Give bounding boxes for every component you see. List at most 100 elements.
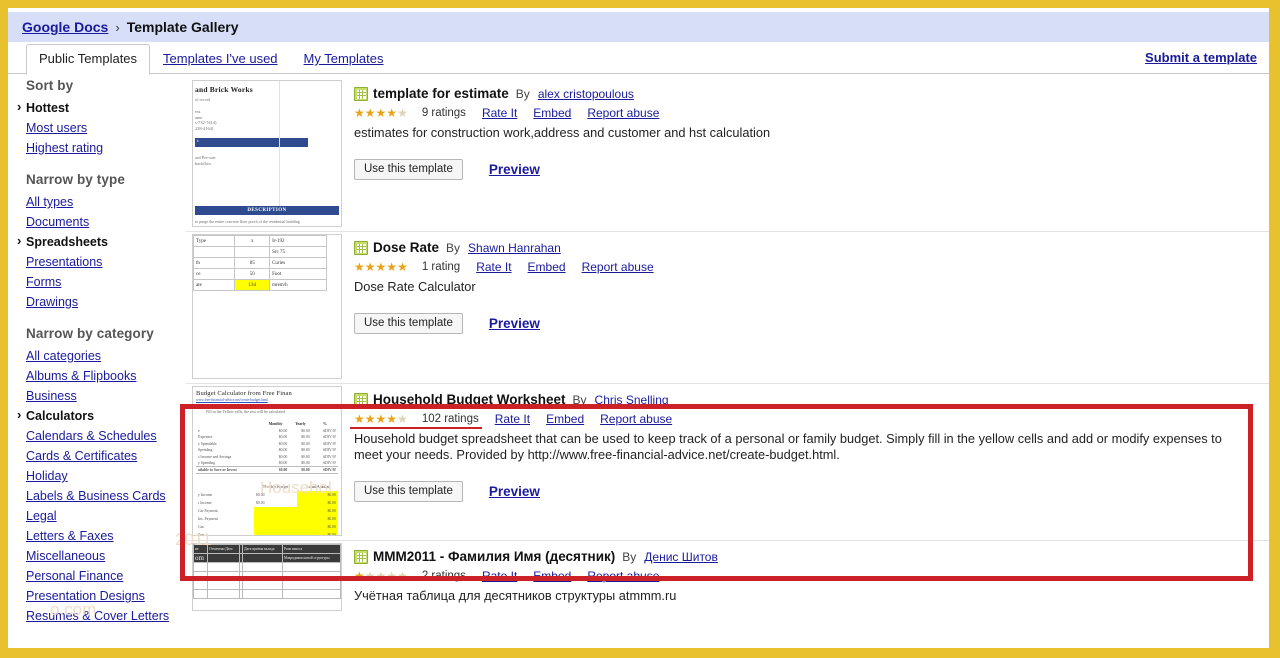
preview-link[interactable]: Preview bbox=[489, 162, 540, 177]
table-row[interactable]: Budget Calculator from Free Finan www.fr… bbox=[186, 384, 1269, 541]
sidebar-item-business[interactable]: Business bbox=[26, 386, 186, 406]
template-title-line: Household Budget Worksheet By Chris Snel… bbox=[354, 392, 1261, 408]
window-frame-right bbox=[1269, 0, 1280, 658]
rating-stars[interactable]: ★★★★★ bbox=[354, 261, 408, 273]
breadcrumb-google-docs-link[interactable]: Google Docs bbox=[22, 19, 108, 35]
rating-stars[interactable]: ★★★★★ bbox=[354, 413, 408, 425]
thumb-lines: ess ame s-732-7414) 228-4164) bbox=[195, 109, 217, 131]
sidebar-item-hottest[interactable]: Hottest bbox=[17, 97, 186, 118]
sidebar-item-miscellaneous[interactable]: Miscellaneous bbox=[26, 546, 186, 566]
template-author-link[interactable]: Денис Шитов bbox=[644, 549, 718, 565]
use-this-template-button[interactable]: Use this template bbox=[354, 481, 463, 502]
template-meta-line: ★★★★★ 9 ratings Rate It Embed Report abu… bbox=[354, 106, 1261, 120]
by-label: By bbox=[515, 87, 530, 101]
page-content: Google Docs › Template Gallery Public Te… bbox=[8, 8, 1269, 648]
screenshot-root: Google Docs › Template Gallery Public Te… bbox=[0, 0, 1280, 658]
table-row[interactable]: Type x Ir-192 Src 75 th 85 Curies ce 50 … bbox=[186, 232, 1269, 384]
sidebar-item-personal-finance[interactable]: Personal Finance bbox=[26, 566, 186, 586]
preview-link[interactable]: Preview bbox=[489, 316, 540, 331]
template-author-link[interactable]: Chris Snelling bbox=[595, 392, 669, 408]
spreadsheet-icon bbox=[354, 87, 368, 101]
template-meta-line: ★★★★★ 1 rating Rate It Embed Report abus… bbox=[354, 260, 1261, 274]
template-title[interactable]: Dose Rate bbox=[373, 240, 439, 256]
preview-link[interactable]: Preview bbox=[489, 484, 540, 499]
rating-stars[interactable]: ★★★★★ bbox=[354, 570, 408, 582]
thumb-grid: Type x Ir-192 Src 75 th 85 Curies ce 50 … bbox=[193, 235, 341, 291]
sidebar-item-cards-certificates[interactable]: Cards & Certificates bbox=[26, 446, 186, 466]
window-frame-bottom bbox=[0, 648, 1280, 658]
sidebar-item-labels-business-cards[interactable]: Labels & Business Cards bbox=[26, 486, 186, 506]
thumb-summary-table: Monthly Yearly % e $0.00 $0.00 #DIV/0! Expe… bbox=[196, 422, 338, 474]
tab-templates-ive-used[interactable]: Templates I've used bbox=[150, 45, 291, 74]
sidebar-item-calendars-schedules[interactable]: Calendars & Schedules bbox=[26, 426, 186, 446]
sidebar-item-resumes-cover-letters[interactable]: Resumes & Cover Letters bbox=[26, 606, 186, 626]
sidebar-item-presentation-designs[interactable]: Presentation Designs bbox=[26, 586, 186, 606]
report-abuse-link[interactable]: Report abuse bbox=[587, 106, 659, 120]
embed-link[interactable]: Embed bbox=[546, 412, 584, 426]
template-author-link[interactable]: alex cristopoulous bbox=[538, 86, 634, 102]
template-thumbnail-cell[interactable]: Budget Calculator from Free Finan www.fr… bbox=[186, 384, 344, 540]
table-row[interactable]: and Brick Works of record ess ame s-732-… bbox=[186, 78, 1269, 232]
template-author-link[interactable]: Shawn Hanrahan bbox=[468, 240, 561, 256]
rate-it-link[interactable]: Rate It bbox=[495, 412, 530, 426]
rating-stars[interactable]: ★★★★★ bbox=[354, 107, 408, 119]
template-thumbnail-cell[interactable]: and Brick Works of record ess ame s-732-… bbox=[186, 78, 344, 231]
sidebar-item-documents[interactable]: Documents bbox=[26, 212, 186, 232]
template-thumbnail-mmm[interactable]: не Отмечено/Дата Дата приема вклада Разм… bbox=[192, 543, 342, 611]
template-title[interactable]: template for estimate bbox=[373, 86, 509, 102]
tab-strip: Public Templates Templates I've used My … bbox=[8, 42, 1269, 75]
template-actions: Use this template Preview bbox=[354, 481, 1261, 502]
use-this-template-button[interactable]: Use this template bbox=[354, 313, 463, 334]
use-this-template-button[interactable]: Use this template bbox=[354, 159, 463, 180]
report-abuse-link[interactable]: Report abuse bbox=[582, 260, 654, 274]
thumb-footer: to purge the entire concrete floor porch… bbox=[195, 219, 300, 224]
template-thumbnail-cell[interactable]: Type x Ir-192 Src 75 th 85 Curies ce 50 … bbox=[186, 232, 344, 383]
sidebar-item-most-users[interactable]: Most users bbox=[26, 118, 186, 138]
window-frame-left bbox=[0, 0, 8, 658]
embed-link[interactable]: Embed bbox=[533, 569, 571, 583]
template-detail-cell: template for estimate By alex cristopoul… bbox=[344, 78, 1269, 231]
sidebar-group-sort-by: Sort by Hottest Most users Highest ratin… bbox=[17, 78, 186, 158]
highlighted-cell: 134 bbox=[234, 279, 271, 291]
template-results-list: and Brick Works of record ess ame s-732-… bbox=[186, 78, 1269, 648]
sidebar-item-holiday[interactable]: Holiday bbox=[26, 466, 186, 486]
report-abuse-link[interactable]: Report abuse bbox=[600, 412, 672, 426]
by-label: By bbox=[622, 550, 637, 564]
sidebar-item-presentations[interactable]: Presentations bbox=[26, 252, 186, 272]
breadcrumb: Google Docs › Template Gallery bbox=[8, 12, 1269, 42]
template-title[interactable]: Household Budget Worksheet bbox=[373, 392, 566, 408]
tab-list: Public Templates Templates I've used My … bbox=[26, 42, 397, 75]
sidebar-item-spreadsheets[interactable]: Spreadsheets bbox=[17, 231, 186, 252]
sidebar-item-legal[interactable]: Legal bbox=[26, 506, 186, 526]
rate-it-link[interactable]: Rate It bbox=[482, 569, 517, 583]
template-description: Учётная таблица для десятников структуры… bbox=[354, 588, 677, 603]
thumb-link: www.free-financial-advice.net/create-bud… bbox=[196, 398, 268, 402]
tab-public-templates[interactable]: Public Templates bbox=[26, 44, 151, 75]
thumb-lines-2: ard Pre-sort backflow bbox=[195, 155, 216, 166]
sidebar-item-calculators[interactable]: Calculators bbox=[17, 405, 186, 426]
template-description: estimates for construction work,address … bbox=[354, 125, 771, 140]
sidebar-item-all-types[interactable]: All types bbox=[26, 192, 186, 212]
template-thumbnail-dose-rate[interactable]: Type x Ir-192 Src 75 th 85 Curies ce 50 … bbox=[192, 234, 342, 379]
template-thumbnail-budget[interactable]: Budget Calculator from Free Finan www.fr… bbox=[192, 386, 342, 536]
tab-my-templates[interactable]: My Templates bbox=[291, 45, 397, 74]
table-row[interactable]: не Отмечено/Дата Дата приема вклада Разм… bbox=[186, 541, 1269, 615]
sidebar-item-forms[interactable]: Forms bbox=[26, 272, 186, 292]
submit-a-template-link[interactable]: Submit a template bbox=[1145, 50, 1257, 65]
embed-link[interactable]: Embed bbox=[528, 260, 566, 274]
sidebar-item-albums-flipbooks[interactable]: Albums & Flipbooks bbox=[26, 366, 186, 386]
sidebar-item-letters-faxes[interactable]: Letters & Faxes bbox=[26, 526, 186, 546]
embed-link[interactable]: Embed bbox=[533, 106, 571, 120]
template-title[interactable]: MMM2011 - Фамилия Имя (десятник) bbox=[373, 549, 615, 565]
sidebar-item-drawings[interactable]: Drawings bbox=[26, 292, 186, 312]
sidebar-item-highest-rating[interactable]: Highest rating bbox=[26, 138, 186, 158]
report-abuse-link[interactable]: Report abuse bbox=[587, 569, 659, 583]
sidebar-group-narrow-by-category: Narrow by category All categories Albums… bbox=[17, 326, 186, 626]
rate-it-link[interactable]: Rate It bbox=[482, 106, 517, 120]
sidebar-item-all-categories[interactable]: All categories bbox=[26, 346, 186, 366]
ratings-count: 2 ratings bbox=[421, 570, 466, 582]
template-meta-line: ★★★★★ 2 ratings Rate It Embed Report abu… bbox=[354, 569, 1261, 583]
rate-it-link[interactable]: Rate It bbox=[476, 260, 511, 274]
template-thumbnail-cell[interactable]: не Отмечено/Дата Дата приема вклада Разм… bbox=[186, 541, 344, 615]
template-thumbnail-estimate[interactable]: and Brick Works of record ess ame s-732-… bbox=[192, 80, 342, 227]
